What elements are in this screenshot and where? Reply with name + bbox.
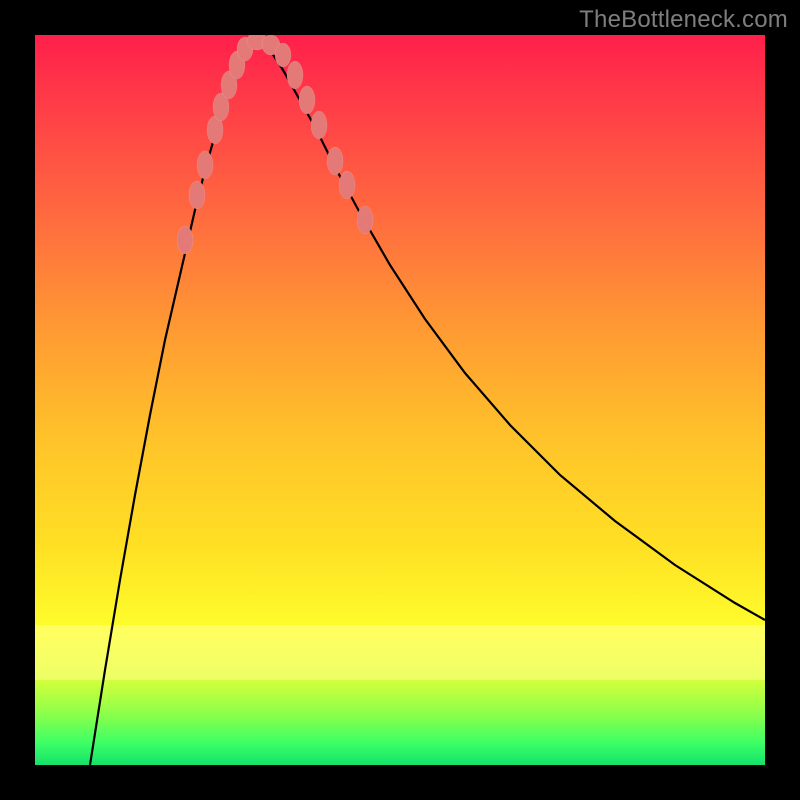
chart-frame: TheBottleneck.com [0,0,800,800]
plot-area [35,35,765,765]
watermark-label: TheBottleneck.com [579,6,788,34]
